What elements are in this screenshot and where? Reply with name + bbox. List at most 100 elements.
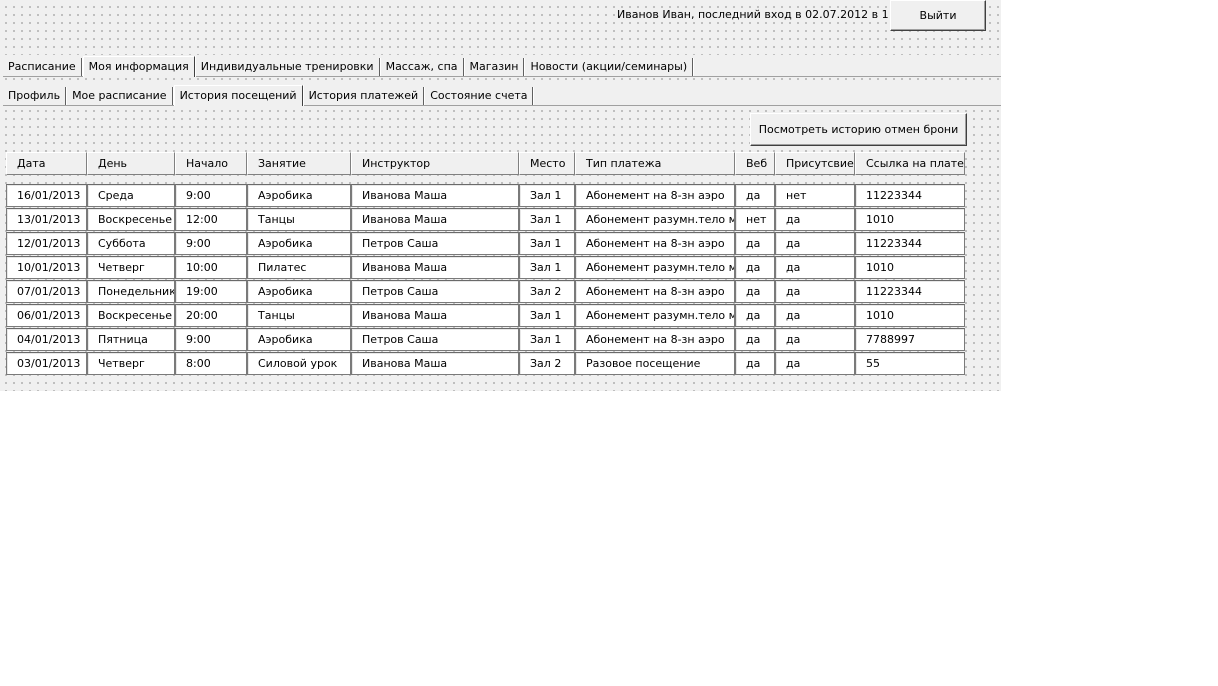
cell-instructor[interactable]: Иванова Маша [351, 304, 519, 327]
cell-web[interactable]: да [735, 232, 775, 255]
cell-start[interactable]: 10:00 [175, 256, 247, 279]
cell-payment-ref[interactable]: 1010 [855, 256, 965, 279]
cell-payment-type[interactable]: Абонемент на 8-зн аэро [575, 280, 735, 303]
cell-attendance[interactable]: да [775, 328, 855, 351]
column-header-start[interactable]: Начало [175, 152, 247, 175]
cell-web[interactable]: да [735, 184, 775, 207]
cell-day[interactable]: Четверг [87, 352, 175, 375]
cell-date[interactable]: 13/01/2013 [6, 208, 87, 231]
cell-start[interactable]: 12:00 [175, 208, 247, 231]
cell-instructor[interactable]: Иванова Маша [351, 256, 519, 279]
cell-payment-type[interactable]: Абонемент на 8-зн аэро [575, 232, 735, 255]
cell-start[interactable]: 20:00 [175, 304, 247, 327]
cell-payment-type[interactable]: Абонемент на 8-зн аэро [575, 328, 735, 351]
cell-payment-ref[interactable]: 1010 [855, 304, 965, 327]
column-header-payment-ref[interactable]: Ссылка на платеж [855, 152, 965, 175]
cell-start[interactable]: 9:00 [175, 184, 247, 207]
cell-web[interactable]: да [735, 352, 775, 375]
cell-start[interactable]: 8:00 [175, 352, 247, 375]
cell-location[interactable]: Зал 1 [519, 232, 575, 255]
cell-start[interactable]: 19:00 [175, 280, 247, 303]
cell-payment-ref[interactable]: 1010 [855, 208, 965, 231]
cell-activity[interactable]: Силовой урок [247, 352, 351, 375]
cell-payment-ref[interactable]: 55 [855, 352, 965, 375]
cancel-history-button[interactable]: Посмотреть историю отмен брони [750, 113, 967, 146]
cell-attendance[interactable]: да [775, 232, 855, 255]
cell-attendance[interactable]: да [775, 352, 855, 375]
cell-activity[interactable]: Аэробика [247, 232, 351, 255]
cell-date[interactable]: 03/01/2013 [6, 352, 87, 375]
cell-activity[interactable]: Аэробика [247, 184, 351, 207]
cell-attendance[interactable]: да [775, 256, 855, 279]
cell-attendance[interactable]: да [775, 280, 855, 303]
column-header-web[interactable]: Веб [735, 152, 775, 175]
cell-location[interactable]: Зал 2 [519, 280, 575, 303]
cell-instructor[interactable]: Петров Саша [351, 280, 519, 303]
cell-instructor[interactable]: Иванова Маша [351, 184, 519, 207]
column-header-date[interactable]: Дата [6, 152, 87, 175]
logout-button[interactable]: Выйти [890, 0, 986, 31]
cell-attendance[interactable]: да [775, 304, 855, 327]
cell-activity[interactable]: Аэробика [247, 328, 351, 351]
cell-activity[interactable]: Аэробика [247, 280, 351, 303]
cell-date[interactable]: 12/01/2013 [6, 232, 87, 255]
cell-day[interactable]: Пятница [87, 328, 175, 351]
cell-location[interactable]: Зал 1 [519, 184, 575, 207]
column-header-activity[interactable]: Занятие [247, 152, 351, 175]
cell-payment-type[interactable]: Разовое посещение [575, 352, 735, 375]
cell-web[interactable]: да [735, 280, 775, 303]
cell-location[interactable]: Зал 1 [519, 304, 575, 327]
tab-news[interactable]: Новости (акции/семинары) [525, 58, 694, 76]
column-header-attendance[interactable]: Присутсвие [775, 152, 855, 175]
cell-payment-type[interactable]: Абонемент разумн.тело мес. [575, 304, 735, 327]
cell-payment-ref[interactable]: 11223344 [855, 184, 965, 207]
cell-web[interactable]: да [735, 328, 775, 351]
cell-web[interactable]: да [735, 256, 775, 279]
cell-payment-type[interactable]: Абонемент разумн.тело мес. [575, 208, 735, 231]
cell-date[interactable]: 10/01/2013 [6, 256, 87, 279]
cell-attendance[interactable]: нет [775, 184, 855, 207]
cell-location[interactable]: Зал 1 [519, 256, 575, 279]
cell-web[interactable]: да [735, 304, 775, 327]
cell-location[interactable]: Зал 2 [519, 352, 575, 375]
column-header-day[interactable]: День [87, 152, 175, 175]
cell-payment-type[interactable]: Абонемент разумн.тело мес. [575, 256, 735, 279]
tab-personal-training[interactable]: Индивидуальные тренировки [196, 58, 380, 76]
tab-massage-spa[interactable]: Массаж, спа [381, 58, 464, 76]
cell-location[interactable]: Зал 1 [519, 328, 575, 351]
cell-day[interactable]: Понедельник [87, 280, 175, 303]
tab-schedule[interactable]: Расписание [3, 58, 82, 76]
cell-day[interactable]: Воскресенье [87, 208, 175, 231]
tab-payment-history[interactable]: История платежей [304, 87, 425, 105]
tab-shop[interactable]: Магазин [465, 58, 525, 76]
cell-payment-ref[interactable]: 7788997 [855, 328, 965, 351]
cell-day[interactable]: Среда [87, 184, 175, 207]
cell-location[interactable]: Зал 1 [519, 208, 575, 231]
cell-day[interactable]: Воскресенье [87, 304, 175, 327]
column-header-location[interactable]: Место [519, 152, 575, 175]
cell-activity[interactable]: Танцы [247, 304, 351, 327]
tab-visit-history[interactable]: История посещений [173, 85, 303, 106]
cell-date[interactable]: 07/01/2013 [6, 280, 87, 303]
cell-day[interactable]: Четверг [87, 256, 175, 279]
cell-start[interactable]: 9:00 [175, 328, 247, 351]
cell-payment-ref[interactable]: 11223344 [855, 280, 965, 303]
cell-instructor[interactable]: Петров Саша [351, 328, 519, 351]
cell-activity[interactable]: Танцы [247, 208, 351, 231]
tab-my-info[interactable]: Моя информация [82, 56, 195, 77]
column-header-instructor[interactable]: Инструктор [351, 152, 519, 175]
cell-date[interactable]: 04/01/2013 [6, 328, 87, 351]
cell-payment-ref[interactable]: 11223344 [855, 232, 965, 255]
cell-date[interactable]: 06/01/2013 [6, 304, 87, 327]
cell-day[interactable]: Суббота [87, 232, 175, 255]
cell-web[interactable]: нет [735, 208, 775, 231]
tab-account-status[interactable]: Состояние счета [425, 87, 534, 105]
cell-attendance[interactable]: да [775, 208, 855, 231]
cell-activity[interactable]: Пилатес [247, 256, 351, 279]
cell-payment-type[interactable]: Абонемент на 8-зн аэро [575, 184, 735, 207]
cell-start[interactable]: 9:00 [175, 232, 247, 255]
cell-instructor[interactable]: Иванова Маша [351, 352, 519, 375]
cell-date[interactable]: 16/01/2013 [6, 184, 87, 207]
tab-profile[interactable]: Профиль [3, 87, 67, 105]
tab-my-schedule[interactable]: Мое расписание [67, 87, 173, 105]
